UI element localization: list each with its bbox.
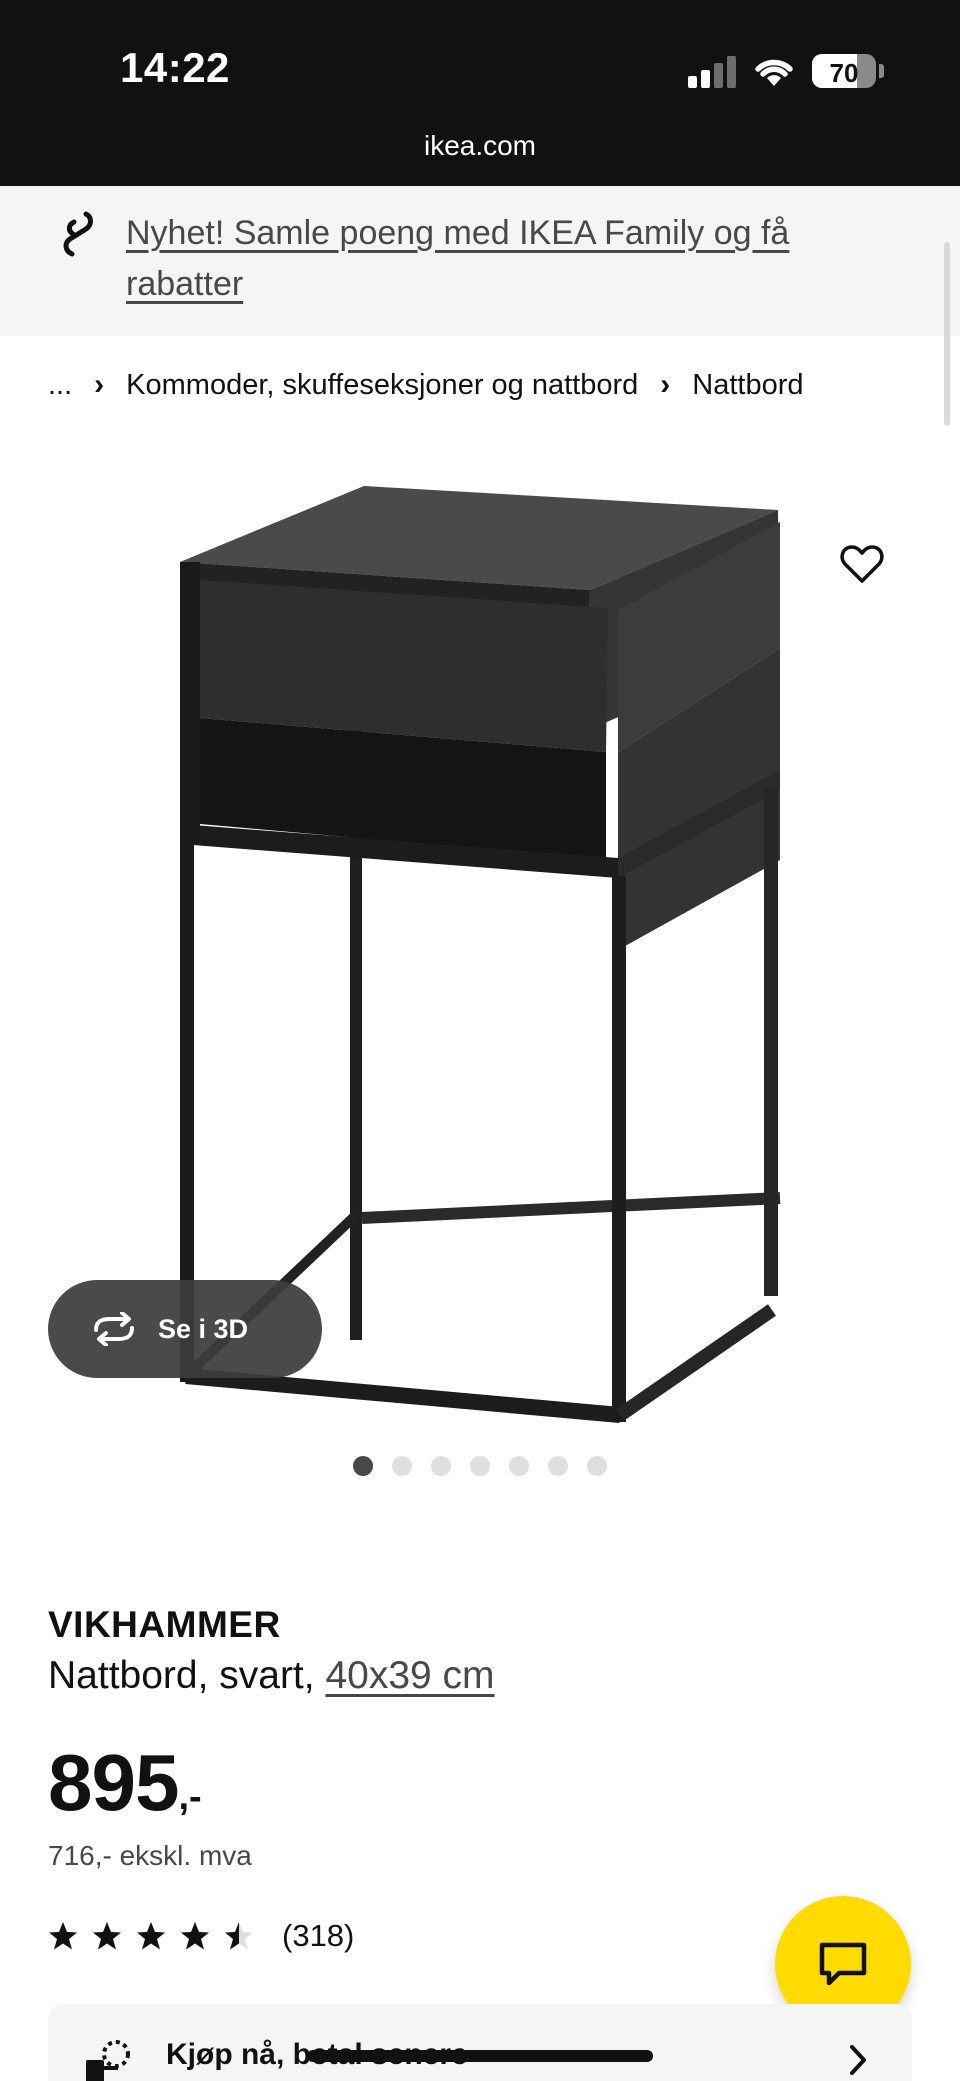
page-scrollbar[interactable] [944,242,950,426]
image-carousel-indicator[interactable] [0,1456,960,1476]
carousel-dot[interactable] [353,1456,373,1476]
rating-stars [48,1921,254,1951]
ikea-family-promo-link[interactable]: Nyhet! Samle poeng med IKEA Family og få… [126,208,866,310]
carousel-dot[interactable] [392,1456,412,1476]
price-integer: 895 [48,1738,179,1827]
product-price: 895 ,- [48,1740,202,1826]
breadcrumb-item-dressers[interactable]: Kommoder, skuffeseksjoner og nattbord [126,369,638,402]
carousel-dot[interactable] [509,1456,529,1476]
review-count[interactable]: (318) [282,1918,354,1954]
view-3d-label: Se i 3D [158,1313,249,1344]
carousel-dot[interactable] [470,1456,490,1476]
chevron-right-icon: › [660,368,671,401]
heart-icon [840,545,884,583]
breadcrumb-item-nightstands[interactable]: Nattbord [692,369,803,402]
buy-now-pay-later-banner[interactable]: Kjøp nå, betal senere [48,2004,912,2081]
status-bar: 14:22 70 ikea.com [0,0,960,186]
carousel-dot[interactable] [548,1456,568,1476]
chevron-right-icon: › [94,368,105,401]
rotate-3d-icon [94,1312,134,1346]
star-filled-icon [137,1922,165,1950]
cellular-signal-icon [688,56,736,88]
battery-level: 70 [829,58,859,88]
star-filled-icon [49,1922,77,1950]
battery-tip [879,64,884,78]
product-type-text: Nattbord, svart, [48,1654,315,1697]
product-name: VIKHAMMER [48,1604,281,1645]
battery-icon: 70 [812,54,876,88]
view-3d-button[interactable]: Se i 3D [48,1280,322,1378]
payment-icon [86,2040,130,2081]
carousel-dot[interactable] [431,1456,451,1476]
promo-banner: Nyhet! Samle poeng med IKEA Family og få… [0,186,960,336]
carousel-dot[interactable] [587,1456,607,1476]
price-ex-vat: 716,- ekskl. mva [48,1840,252,1871]
favorite-button[interactable] [832,534,892,594]
breadcrumb-ellipsis[interactable]: ... [48,369,72,402]
ikea-family-icon [63,211,93,257]
star-filled-icon [93,1922,121,1950]
address-bar-url[interactable]: ikea.com [0,130,960,162]
star-filled-icon [181,1922,209,1950]
product-rating[interactable]: (318) [48,1918,354,1954]
home-indicator[interactable] [307,2050,653,2062]
chevron-right-icon [850,2045,866,2075]
breadcrumb: ... › Kommoder, skuffeseksjoner og nattb… [48,368,804,402]
wifi-icon [755,59,793,86]
chat-bubble-icon [819,1942,867,1986]
product-size-link[interactable]: 40x39 cm [325,1654,494,1697]
status-time: 14:22 [120,44,230,91]
price-suffix: ,- [178,1776,202,1818]
star-half-icon [225,1922,253,1950]
product-description: Nattbord, svart, 40x39 cm [48,1654,495,1698]
